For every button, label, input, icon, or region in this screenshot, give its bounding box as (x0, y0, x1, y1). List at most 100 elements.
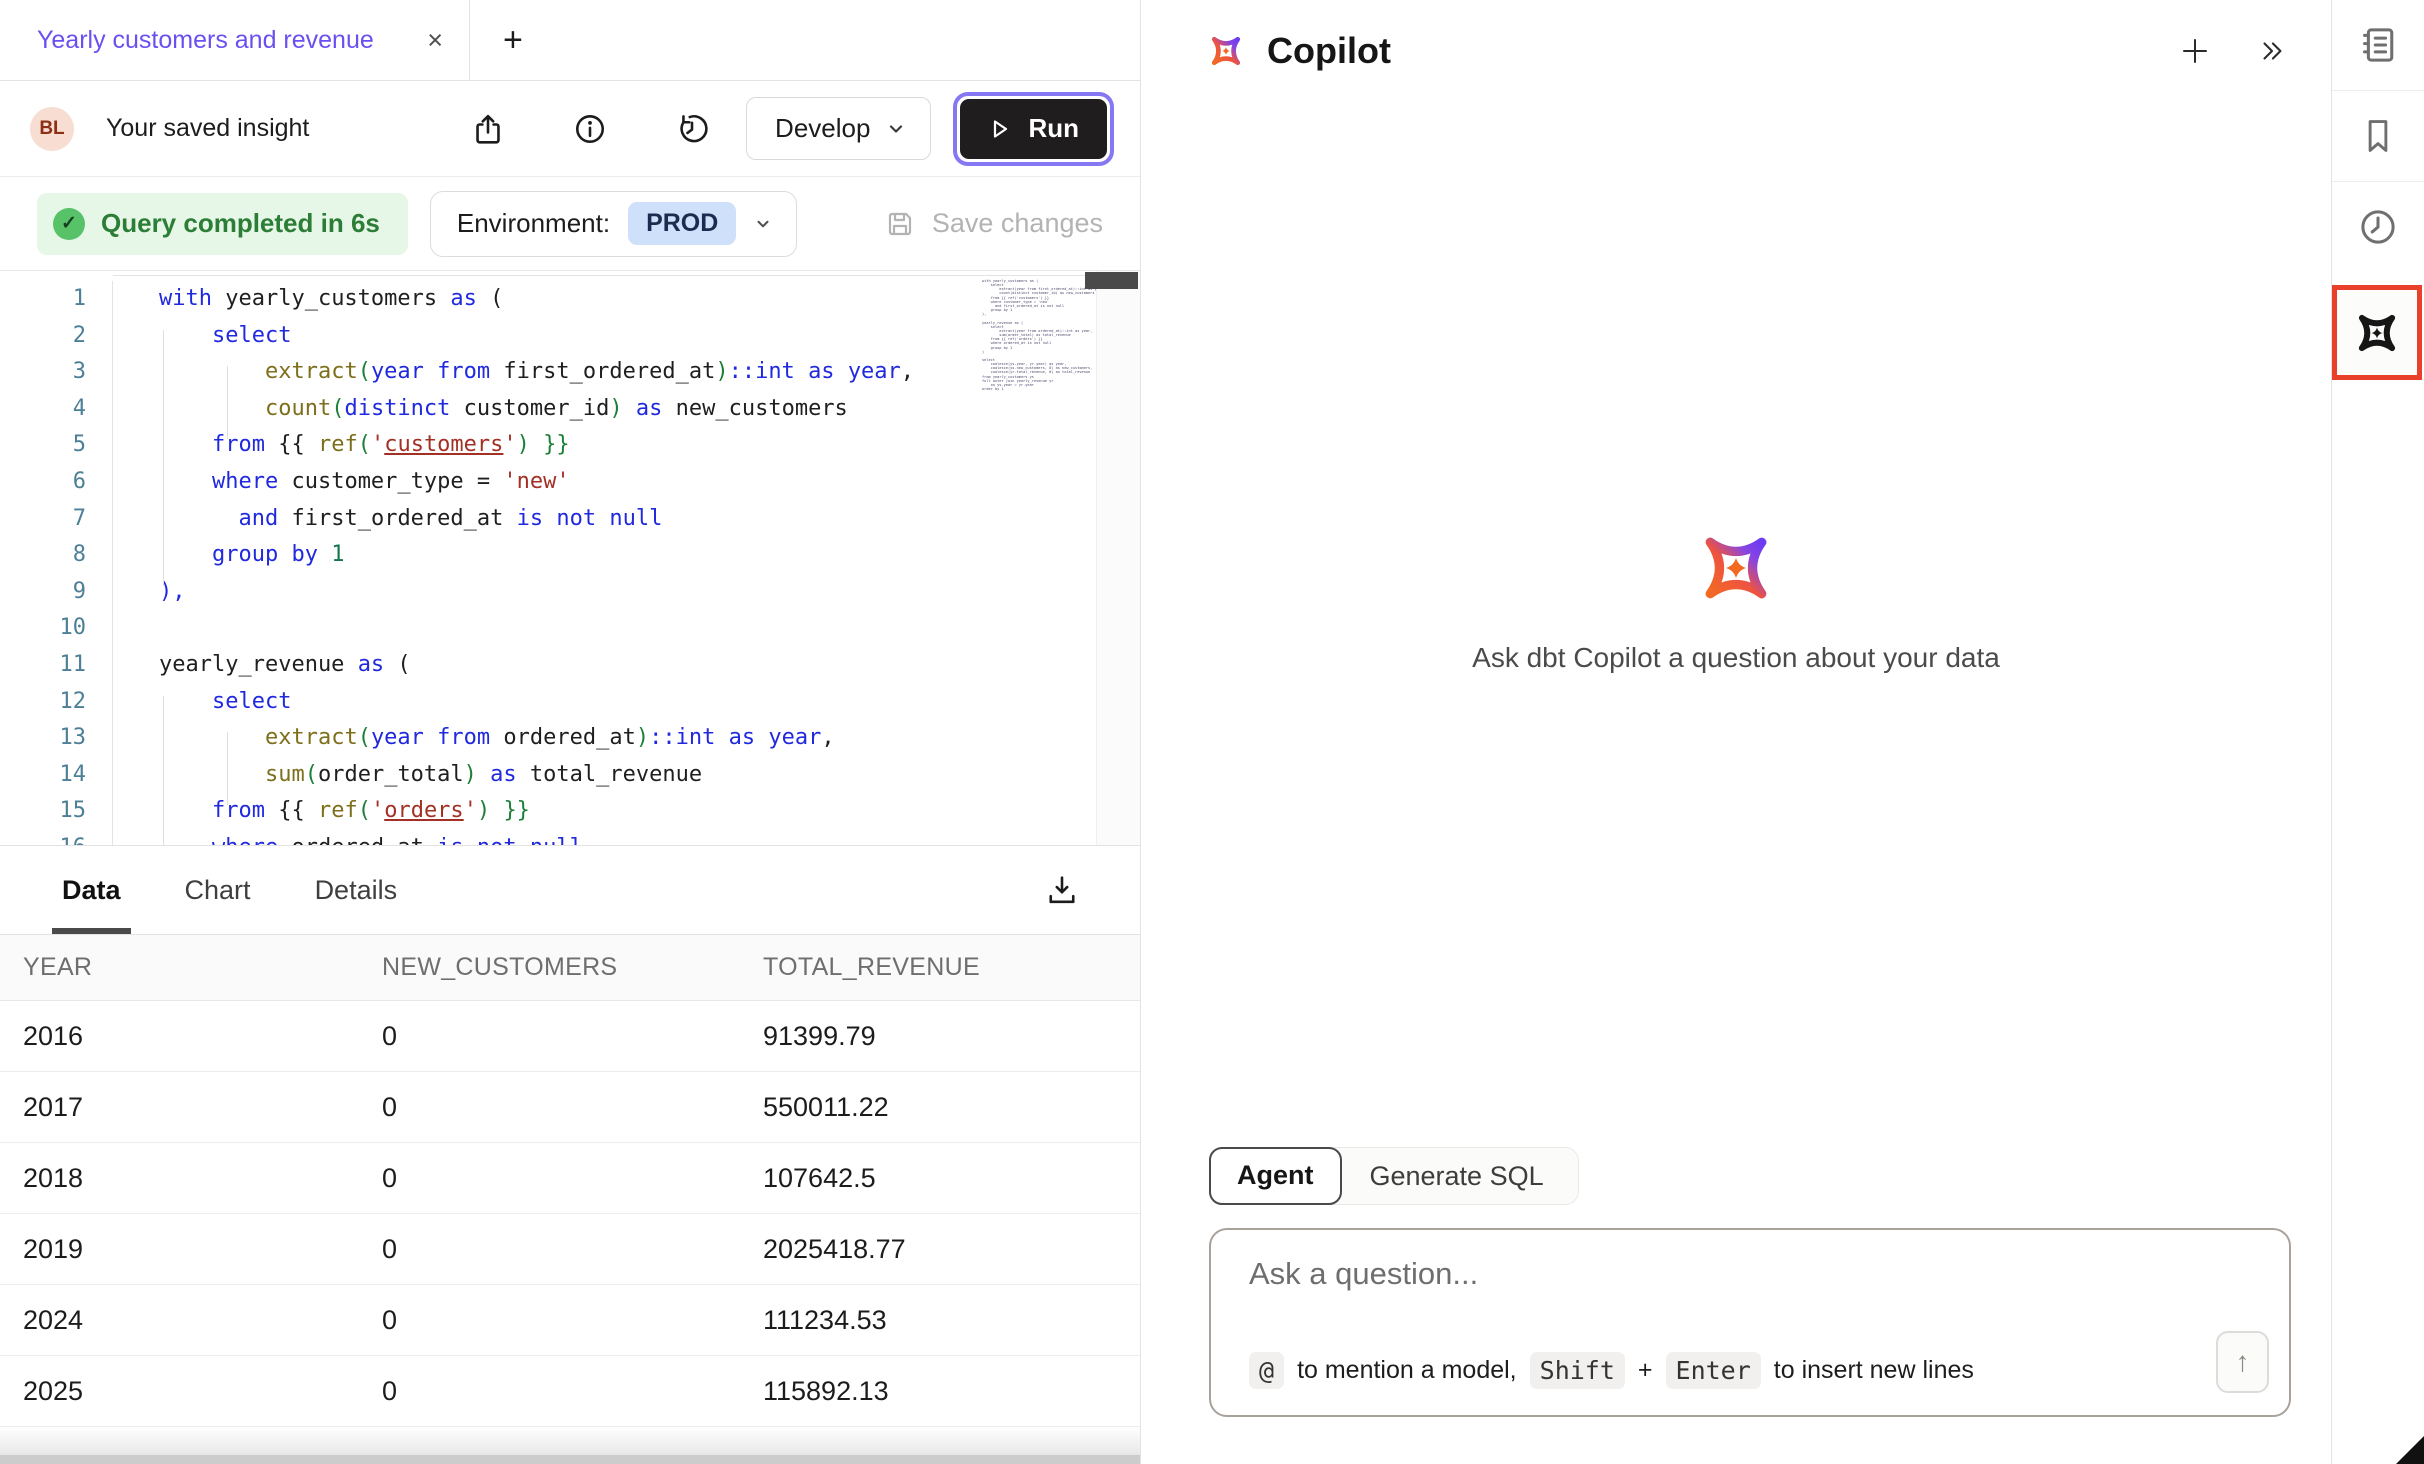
results-panel: Data Chart Details YEARNEW_CUSTOMERSTOTAL_… (0, 845, 1140, 1464)
code-text: sum(order_total) as total_revenue (113, 757, 702, 794)
indent-guide (227, 732, 228, 805)
develop-label: Develop (775, 113, 870, 144)
table-cell: 0 (382, 1021, 763, 1052)
code-text: and first_ordered_at is not null (113, 501, 662, 538)
indent-guide (163, 696, 164, 845)
table-cell: 2019 (0, 1234, 382, 1265)
code-line[interactable]: 7 and first_ordered_at is not null (0, 501, 1096, 538)
column-header: YEAR (0, 953, 382, 982)
table-row: 2016091399.79 (0, 1001, 1140, 1072)
table-row: 20180107642.5 (0, 1143, 1140, 1214)
mode-generate-sql-button[interactable]: Generate SQL (1342, 1161, 1572, 1192)
mode-segmented-control: Agent Generate SQL (1209, 1147, 1579, 1205)
copilot-header: Copilot (1205, 30, 2287, 72)
code-text: from {{ ref('customers') }} (113, 427, 570, 464)
table-cell: 550011.22 (763, 1092, 1140, 1123)
code-line[interactable]: 1with yearly_customers as ( (0, 281, 1096, 318)
line-number: 7 (0, 501, 113, 538)
line-number: 14 (0, 757, 113, 794)
copilot-empty-text: Ask dbt Copilot a question about your da… (1141, 642, 2331, 674)
dbt-copilot-logo-large (1690, 522, 1782, 614)
environment-dropdown[interactable]: Environment: PROD (430, 191, 797, 257)
code-lines[interactable]: 1with yearly_customers as (2 select3 ext… (0, 271, 1096, 845)
code-line[interactable]: 14 sum(order_total) as total_revenue (0, 757, 1096, 794)
line-number: 5 (0, 427, 113, 464)
code-line[interactable]: 10 (0, 610, 1096, 647)
tab-bar: Yearly customers and revenue × + (0, 0, 1140, 81)
line-number: 12 (0, 684, 113, 721)
sql-editor[interactable]: 1with yearly_customers as (2 select3 ext… (0, 271, 1140, 845)
code-line[interactable]: 16 where ordered_at is not null (0, 830, 1096, 845)
avatar: BL (30, 107, 74, 151)
table-cell: 0 (382, 1305, 763, 1336)
editor-scrollbar-thumb[interactable] (1085, 272, 1138, 289)
editor-scrollbar-track[interactable] (1096, 271, 1140, 845)
table-row: 201902025418.77 (0, 1214, 1140, 1285)
send-button[interactable]: ↑ (2216, 1331, 2269, 1393)
line-number: 10 (0, 610, 113, 647)
share-icon[interactable] (470, 111, 506, 147)
sidebar-item-copilot-active[interactable] (2332, 285, 2422, 380)
line-number: 16 (0, 830, 113, 845)
editor-minimap[interactable]: with yearly_customers as ( select extrac… (982, 279, 1096, 391)
collapse-panel-icon[interactable] (2257, 36, 2287, 66)
sidebar-item-notebook[interactable] (2332, 0, 2424, 91)
code-line[interactable]: 5 from {{ ref('customers') }} (0, 427, 1096, 464)
code-line[interactable]: 9), (0, 574, 1096, 611)
results-tab-details[interactable]: Details (305, 846, 408, 934)
status-row: ✓ Query completed in 6s Environment: PRO… (0, 177, 1140, 271)
line-number: 3 (0, 354, 113, 391)
code-text: yearly_revenue as ( (113, 647, 411, 684)
code-line[interactable]: 15 from {{ ref('orders') }} (0, 793, 1096, 830)
input-hint: @ to mention a model, Shift + Enter to i… (1249, 1352, 1974, 1389)
results-tab-data[interactable]: Data (52, 846, 131, 934)
table-cell: 0 (382, 1092, 763, 1123)
hint-plus-text: + (1638, 1356, 1653, 1385)
copilot-empty-state: Ask dbt Copilot a question about your da… (1141, 522, 2331, 674)
code-text: with yearly_customers as ( (113, 281, 503, 318)
new-tab-button[interactable]: + (470, 0, 523, 80)
info-icon[interactable] (572, 111, 608, 147)
copilot-question-input[interactable]: Ask a question... @ to mention a model, … (1209, 1228, 2291, 1417)
line-number: 4 (0, 391, 113, 428)
line-number: 13 (0, 720, 113, 757)
history-icon[interactable] (674, 111, 710, 147)
column-header: TOTAL_REVENUE (763, 953, 1140, 982)
clock-icon (2356, 205, 2400, 249)
hint-newline-text: to insert new lines (1774, 1356, 1974, 1385)
mouse-cursor (2394, 1434, 2424, 1464)
run-button[interactable]: Run (960, 99, 1107, 159)
table-cell: 0 (382, 1234, 763, 1265)
copilot-title: Copilot (1267, 30, 2159, 72)
results-tab-chart[interactable]: Chart (175, 846, 261, 934)
save-changes-button[interactable]: Save changes (884, 208, 1103, 240)
query-status-badge: ✓ Query completed in 6s (37, 193, 408, 255)
column-header: NEW_CUSTOMERS (382, 953, 763, 982)
app-window: Yearly customers and revenue × + BL Your… (0, 0, 2424, 1464)
code-line[interactable]: 11yearly_revenue as ( (0, 647, 1096, 684)
close-tab-icon[interactable]: × (427, 25, 443, 56)
chevron-down-icon (886, 119, 906, 139)
sidebar-item-history[interactable] (2332, 182, 2424, 272)
download-icon[interactable] (1044, 872, 1080, 908)
develop-dropdown[interactable]: Develop (746, 97, 931, 160)
line-number: 11 (0, 647, 113, 684)
code-line[interactable]: 13 extract(year from ordered_at)::int as… (0, 720, 1096, 757)
tab-yearly-customers[interactable]: Yearly customers and revenue × (0, 0, 470, 80)
code-line[interactable]: 4 count(distinct customer_id) as new_cus… (0, 391, 1096, 428)
code-line[interactable]: 3 extract(year from first_ordered_at)::i… (0, 354, 1096, 391)
table-cell: 2024 (0, 1305, 382, 1336)
mode-agent-button[interactable]: Agent (1209, 1147, 1342, 1205)
code-text: select (113, 318, 291, 355)
code-text: extract(year from ordered_at)::int as ye… (113, 720, 835, 757)
table-footer (0, 1427, 1140, 1464)
line-number: 6 (0, 464, 113, 501)
code-line[interactable]: 6 where customer_type = 'new' (0, 464, 1096, 501)
code-text: count(distinct customer_id) as new_custo… (113, 391, 848, 428)
right-sidebar (2332, 0, 2424, 1464)
code-line[interactable]: 12 select (0, 684, 1096, 721)
sidebar-item-bookmarks[interactable] (2332, 91, 2424, 182)
new-chat-icon[interactable] (2179, 35, 2211, 67)
code-line[interactable]: 8 group by 1 (0, 537, 1096, 574)
code-line[interactable]: 2 select (0, 318, 1096, 355)
